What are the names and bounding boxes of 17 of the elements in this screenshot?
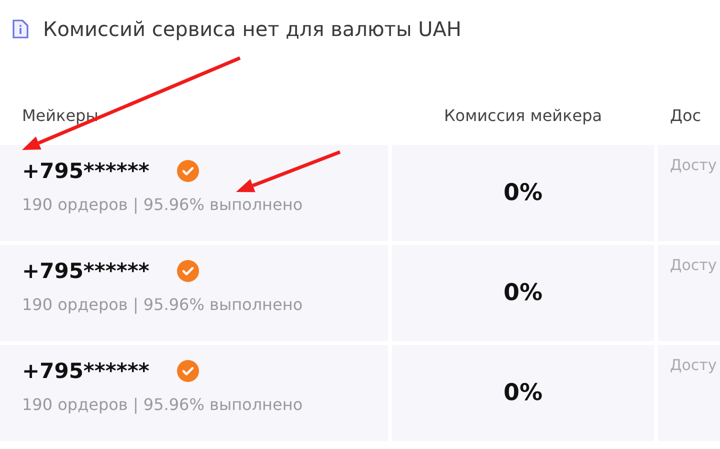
column-header: Комиссия мейкера <box>442 106 604 127</box>
maker-phone: +795****** <box>22 259 150 283</box>
maker-stats: 190 ордеров | 95.96% выполнено <box>22 395 304 414</box>
commission-value: 0% <box>503 280 543 306</box>
document-info-icon <box>12 19 29 39</box>
maker-phone: +795****** <box>22 359 150 383</box>
cell-text: Досту <box>670 356 717 374</box>
maker-stats: 190 ордеров | 95.96% выполнено <box>22 295 304 314</box>
commission-value: 0% <box>503 180 543 206</box>
column-header: Дос <box>669 106 702 127</box>
commission-value: 0% <box>503 380 543 406</box>
maker-phone: +795****** <box>22 159 150 183</box>
cell-text: Досту <box>670 256 717 274</box>
notice-text: Комиссий сервиса нет для валюты UAH <box>43 17 462 41</box>
maker-stats: 190 ордеров | 95.96% выполнено <box>22 195 304 214</box>
cell-text: Досту <box>670 156 717 174</box>
column-header: Мейкеры <box>21 106 100 127</box>
